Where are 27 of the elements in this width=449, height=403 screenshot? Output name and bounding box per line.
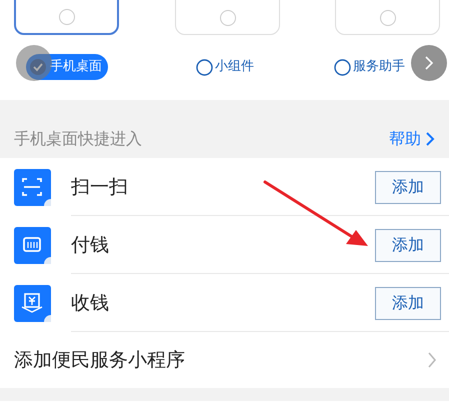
scan-app-icon	[14, 168, 51, 206]
add-button[interactable]: 添加	[375, 170, 441, 204]
layout-option[interactable]: 小组件	[196, 54, 254, 80]
radio-icon	[196, 58, 213, 76]
next-button[interactable]	[411, 45, 447, 81]
home-button	[58, 9, 74, 25]
radio-icon	[334, 58, 351, 76]
receive-app-icon	[14, 284, 51, 322]
pay-app-icon	[14, 226, 51, 264]
check-icon	[29, 58, 47, 76]
help-link[interactable]: 帮助	[389, 127, 435, 151]
layout-option[interactable]: 手机桌面	[26, 54, 108, 80]
shortcut-name: 扫一扫	[71, 174, 129, 200]
phone-preview[interactable]	[14, 0, 119, 35]
shortcut-name: 收钱	[71, 290, 110, 316]
add-button[interactable]: 添加	[375, 286, 441, 320]
add-button[interactable]: 添加	[375, 228, 441, 262]
chevron-right-icon	[424, 55, 434, 71]
section-title: 手机桌面快捷进入	[14, 128, 142, 150]
mini-program-row[interactable]: 添加便民服务小程序	[0, 332, 449, 388]
chevron-right-icon	[425, 131, 435, 147]
layout-option[interactable]: 服务助手	[334, 54, 405, 80]
touch-marker	[16, 45, 52, 81]
shortcut-name: 付钱	[71, 232, 110, 258]
chevron-right-icon	[427, 351, 437, 369]
home-button	[220, 10, 236, 26]
home-button	[380, 10, 396, 26]
